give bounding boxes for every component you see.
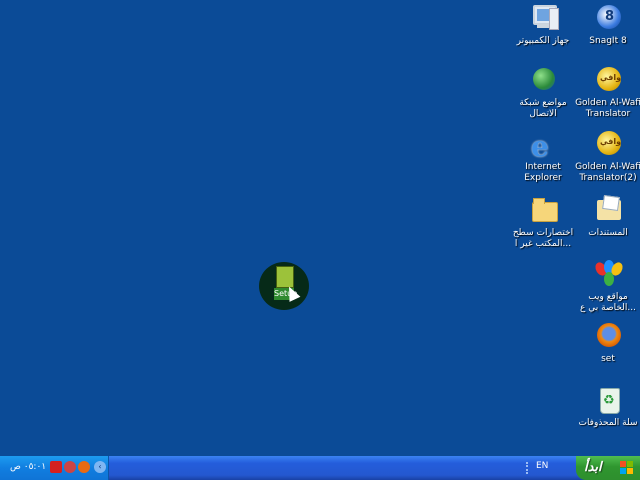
kaspersky-icon[interactable] [50, 461, 62, 473]
snagit-icon [592, 2, 624, 34]
internet-explorer-icon: e [531, 130, 549, 163]
folder-icon [527, 194, 559, 226]
desktop-icon-label: المستندات [588, 228, 628, 238]
desktop-icon-my-computer[interactable]: جهاز الكمبيوتر [510, 2, 576, 47]
taskbar: ٠٥:٠١ ص ‹ EN ابدأ [0, 456, 640, 480]
windows-flag-icon [620, 461, 634, 475]
desktop: SnagIt 8 Golden Al-Wafi Translator Golde… [0, 0, 640, 456]
tray-clock[interactable]: ٠٥:٠١ ص [10, 462, 46, 472]
desktop-icon-label: مواقع ويب [588, 292, 628, 302]
desktop-icon-label: مواضع شبكة [519, 98, 567, 108]
desktop-icon-label: جهاز الكمبيوتر [516, 36, 570, 46]
desktop-icon-golden-alwafi-2[interactable]: Golden Al-Wafi Translator(2) [575, 128, 640, 184]
desktop-icon-label: اختصارات سطح [512, 228, 574, 238]
firefox-tray-icon[interactable] [78, 461, 90, 473]
desktop-icon-network-places[interactable]: مواضع شبكة الاتصال [510, 64, 576, 120]
my-documents-icon [592, 194, 624, 226]
desktop-icon-label: set [601, 354, 615, 364]
desktop-icon-label: Golden Al-Wafi [575, 98, 640, 108]
desktop-icon-label: Golden Al-Wafi [575, 162, 640, 172]
desktop-icon-label: Explorer [524, 173, 562, 183]
desktop-icon-golden-alwafi[interactable]: Golden Al-Wafi Translator [575, 64, 640, 120]
firefox-icon [592, 320, 624, 352]
desktop-icon-my-documents[interactable]: المستندات [575, 194, 640, 239]
desktop-icon-label: SnagIt 8 [589, 36, 627, 46]
desktop-icon-label: Translator(2) [579, 173, 637, 183]
desktop-icon-msn[interactable]: مواقع ويب الخاصة بي ع... [575, 258, 640, 314]
language-indicator[interactable]: EN [536, 461, 548, 471]
taskbar-separator [526, 462, 530, 474]
show-hidden-icons-button[interactable]: ‹ [94, 461, 106, 473]
desktop-icon-recycle-bin[interactable]: سلة المحذوفات [575, 384, 640, 429]
my-computer-icon [527, 2, 559, 34]
setup-icon[interactable]: Setup [259, 262, 309, 310]
desktop-icon-shortcuts-folder[interactable]: اختصارات سطح المكتب غير ا... [510, 194, 576, 250]
desktop-icon-label: Internet [525, 162, 561, 172]
start-label: ابدأ [584, 460, 602, 475]
desktop-icon-internet-explorer[interactable]: e Internet Explorer [510, 128, 576, 184]
desktop-icon-label: Translator [585, 109, 631, 119]
desktop-icon-snagit[interactable]: SnagIt 8 [575, 2, 640, 47]
network-places-icon [527, 64, 559, 96]
msn-icon [592, 258, 625, 290]
desktop-icon-firefox[interactable]: set [575, 320, 640, 365]
desktop-icon-label: سلة المحذوفات [578, 418, 638, 428]
desktop-icon-label: الاتصال [529, 109, 557, 119]
golden-alwafi-icon [592, 128, 624, 160]
desktop-icon-label: الخاصة بي ع... [580, 303, 636, 313]
desktop-icon-label: المكتب غير ا... [514, 239, 572, 249]
system-tray: ٠٥:٠١ ص ‹ [0, 456, 109, 480]
golden-alwafi-icon [592, 64, 624, 96]
recycle-bin-icon [592, 384, 624, 416]
media-icon[interactable] [64, 461, 76, 473]
start-button[interactable]: ابدأ [576, 456, 640, 480]
